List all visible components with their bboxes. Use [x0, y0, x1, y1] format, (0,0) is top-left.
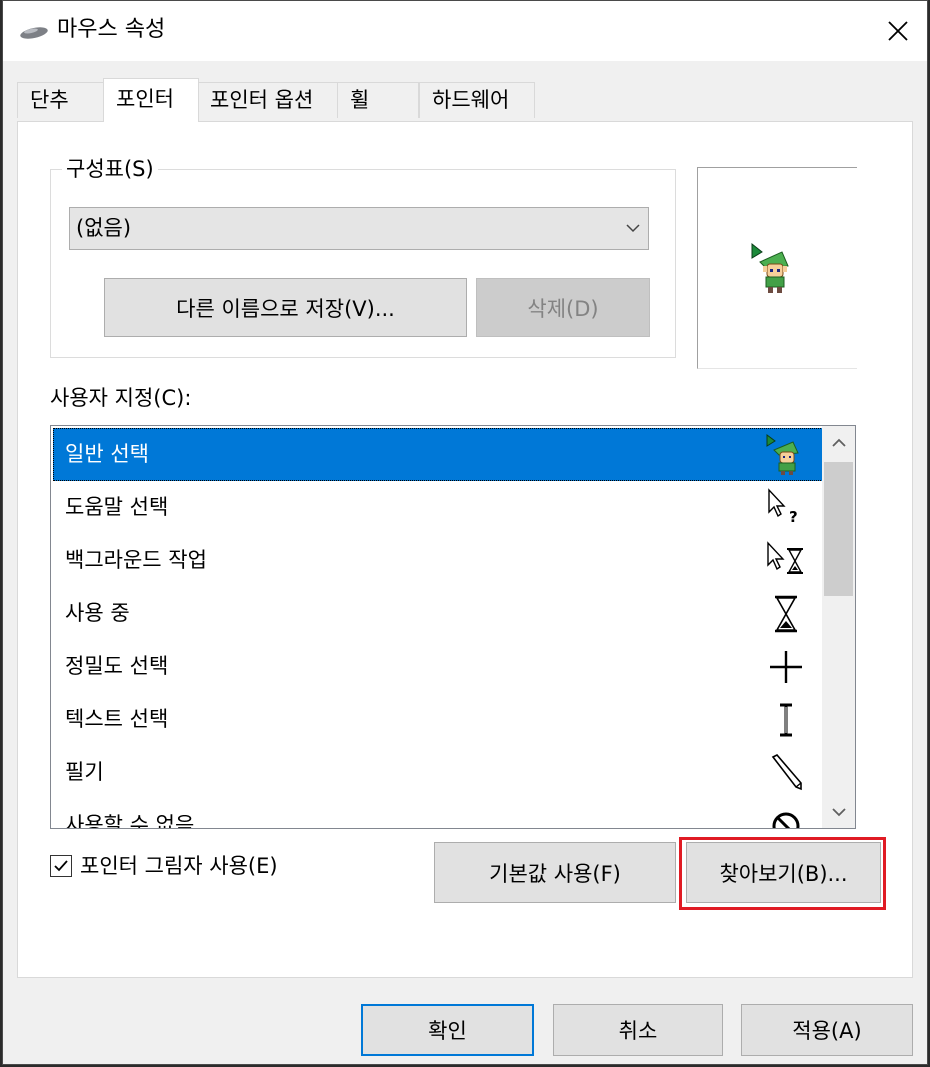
chevron-down-icon	[626, 224, 640, 233]
apply-label: 적용(A)	[792, 1019, 862, 1043]
highlight-box	[679, 837, 886, 910]
list-item-label: 필기	[65, 760, 104, 784]
chevron-down-icon	[831, 807, 846, 816]
list-item-busy[interactable]: 사용 중	[53, 587, 827, 640]
cursor-preview	[697, 167, 857, 369]
delete-button[interactable]: 삭제(D)	[476, 278, 650, 337]
list-scrollbar[interactable]	[822, 426, 855, 828]
unavailable-cursor-icon	[772, 812, 800, 828]
cancel-label: 취소	[618, 1019, 658, 1043]
tab-pointers[interactable]: 포인터	[103, 78, 199, 122]
title-bar: 마우스 속성	[3, 1, 927, 61]
svg-text:?: ?	[789, 508, 798, 526]
scheme-group-label: 구성표(S)	[62, 155, 158, 183]
cursor-list[interactable]: 일반 선택 도움말 선택 ? 백그라운드 작업 사용 중 정밀도 선택 텍스트 …	[50, 425, 856, 829]
window-title: 마우스 속성	[57, 17, 166, 42]
apply-button[interactable]: 적용(A)	[741, 1004, 913, 1056]
list-item-handwriting[interactable]: 필기	[53, 746, 827, 799]
tab-buttons[interactable]: 단추	[17, 82, 105, 118]
working-in-background-cursor-icon	[767, 541, 803, 574]
list-item-unavailable[interactable]: 사용할 수 없음	[53, 799, 827, 829]
list-item-label: 텍스트 선택	[65, 707, 169, 731]
ok-button[interactable]: 확인	[361, 1004, 534, 1056]
pen-handwriting-cursor-icon	[771, 754, 802, 791]
hourglass-busy-cursor-icon	[775, 595, 797, 633]
delete-label: 삭제(D)	[527, 296, 599, 321]
list-item-label: 일반 선택	[65, 442, 149, 466]
close-icon	[888, 21, 908, 41]
ok-label: 확인	[428, 1019, 467, 1043]
cancel-button[interactable]: 취소	[553, 1004, 723, 1056]
close-button[interactable]	[869, 1, 927, 61]
tab-pointer-options[interactable]: 포인터 옵션	[197, 82, 339, 118]
list-item-label: 정밀도 선택	[65, 654, 169, 678]
help-select-cursor-icon: ?	[768, 488, 798, 526]
list-item-label: 사용 중	[65, 601, 130, 625]
mouse-icon	[20, 27, 48, 39]
tab-hardware[interactable]: 하드웨어	[419, 82, 535, 118]
list-item-working-in-background[interactable]: 백그라운드 작업	[53, 534, 827, 587]
pointer-shadow-checkbox[interactable]	[50, 855, 72, 877]
link-sprite-cursor-icon	[751, 242, 789, 293]
save-as-button[interactable]: 다른 이름으로 저장(V)...	[104, 278, 467, 337]
scroll-thumb[interactable]	[824, 462, 853, 596]
text-beam-cursor-icon	[780, 703, 792, 737]
scroll-up-button[interactable]	[822, 426, 855, 459]
list-item-label: 사용할 수 없음	[65, 813, 195, 829]
list-item-label: 백그라운드 작업	[65, 548, 207, 572]
customize-label: 사용자 지정(C):	[50, 386, 192, 410]
checkmark-icon	[54, 860, 68, 872]
use-default-button[interactable]: 기본값 사용(F)	[434, 842, 676, 903]
scroll-down-button[interactable]	[822, 795, 855, 828]
mouse-properties-dialog: 마우스 속성 단추 포인터 포인터 옵션 휠 하드웨어 구성표(S) (없음) …	[2, 0, 928, 1065]
scheme-dropdown[interactable]: (없음)	[69, 207, 649, 250]
list-item-precision-select[interactable]: 정밀도 선택	[53, 640, 827, 693]
link-sprite-cursor-icon	[766, 434, 799, 475]
tab-wheel[interactable]: 휠	[337, 82, 419, 118]
list-item-label: 도움말 선택	[65, 495, 169, 519]
pointer-shadow-label: 포인터 그림자 사용(E)	[80, 854, 278, 878]
chevron-up-icon	[831, 438, 846, 447]
scheme-selected-value: (없음)	[76, 216, 132, 240]
list-item-text-select[interactable]: 텍스트 선택	[53, 693, 827, 746]
use-default-label: 기본값 사용(F)	[489, 861, 621, 886]
list-item-normal-select[interactable]: 일반 선택	[53, 428, 827, 481]
save-as-label: 다른 이름으로 저장(V)...	[176, 296, 395, 321]
crosshair-cursor-icon	[770, 651, 802, 683]
list-item-help-select[interactable]: 도움말 선택 ?	[53, 481, 827, 534]
